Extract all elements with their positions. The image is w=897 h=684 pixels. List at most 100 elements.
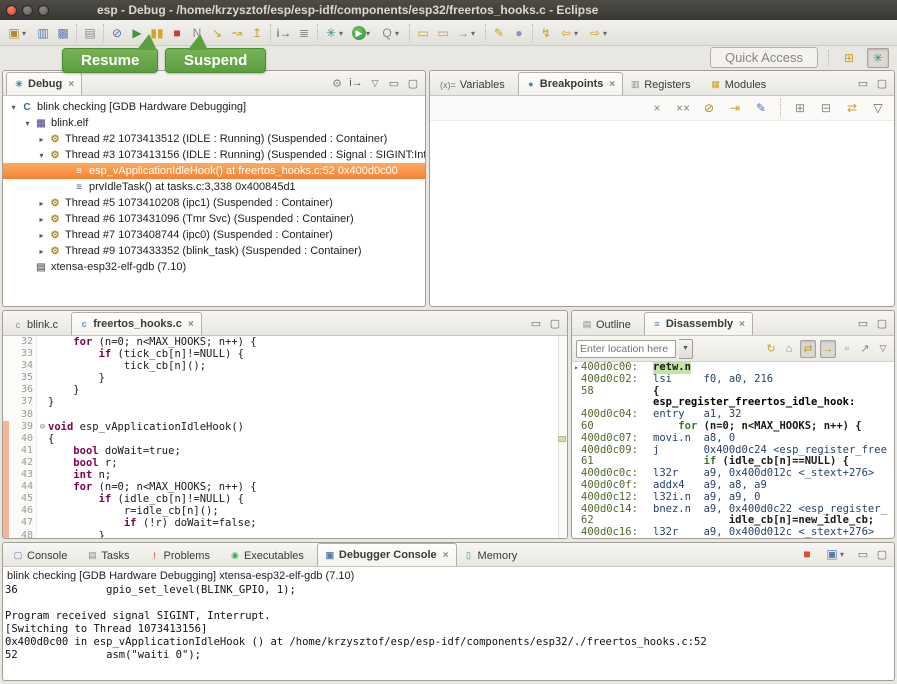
dropdown-caret-icon[interactable] xyxy=(22,27,31,39)
tab-disassembly[interactable]: ≡Disassembly× xyxy=(644,312,753,335)
tab-blink-c[interactable]: cblink.c xyxy=(6,314,71,335)
skip-all-breakpoints-icon[interactable]: ✎ xyxy=(751,99,771,117)
minimize-button[interactable] xyxy=(22,5,33,16)
toolbar-item[interactable] xyxy=(270,24,271,42)
flash-download-icon[interactable]: → xyxy=(453,23,482,43)
maximize-view-icon[interactable]: ▢ xyxy=(875,315,889,331)
toolbar-item[interactable] xyxy=(76,24,77,42)
save-all-icon[interactable]: ▩ xyxy=(53,23,73,43)
editor-code-line[interactable]: 32 for (n=0; n<MAX_HOOKS; n++) { xyxy=(3,336,567,348)
step-return-icon[interactable]: ↥ xyxy=(247,23,267,43)
tab-registers[interactable]: ▥Registers xyxy=(623,74,703,95)
back-icon[interactable]: ⇦ xyxy=(556,23,585,43)
collapse-all-icon[interactable]: ⊟ xyxy=(816,99,836,117)
tab-freertos-hooks-c[interactable]: cfreertos_hooks.c× xyxy=(71,312,202,335)
expander-icon[interactable]: ▸ xyxy=(35,231,48,240)
debug-tree-row[interactable]: ▸ ⚙ Thread #7 1073408744 (ipc0) (Suspend… xyxy=(3,227,425,243)
disassembly-row[interactable]: 400d0c02: lsi f0, a0, 216 xyxy=(572,374,894,386)
expander-icon[interactable]: ▾ xyxy=(21,119,34,128)
fold-marker-icon[interactable] xyxy=(37,530,48,540)
code-editor[interactable]: 32 for (n=0; n<MAX_HOOKS; n++) { 33 if (… xyxy=(3,336,567,539)
open-element-icon[interactable]: ▭ xyxy=(433,23,453,43)
editor-code-line[interactable]: 42 bool r; xyxy=(3,457,567,469)
fold-marker-icon[interactable] xyxy=(37,457,48,469)
remove-all-terminated-icon[interactable]: ⚙ xyxy=(330,75,344,91)
debug-tree-row[interactable]: ▸ ⚙ Thread #6 1073431096 (Tmr Svc) (Susp… xyxy=(3,211,425,227)
editor-code-line[interactable]: 35 } xyxy=(3,372,567,384)
step-over-icon[interactable]: ↝ xyxy=(227,23,247,43)
editor-code-line[interactable]: 39 ⊖ void esp_vApplicationIdleHook() xyxy=(3,421,567,433)
instruction-stepping-mode-icon[interactable]: i→ xyxy=(349,75,363,91)
fold-marker-icon[interactable] xyxy=(37,493,48,505)
fold-marker-icon[interactable] xyxy=(37,433,48,445)
expander-icon[interactable]: ▸ xyxy=(35,247,48,256)
close-tab-icon[interactable]: × xyxy=(739,319,745,330)
minimize-view-icon[interactable]: ▭ xyxy=(856,546,870,562)
toolbar-item[interactable] xyxy=(409,24,410,42)
close-tab-icon[interactable]: × xyxy=(609,79,615,90)
fold-marker-icon[interactable] xyxy=(37,469,48,481)
view-menu-icon[interactable]: ▽ xyxy=(368,75,382,91)
expander-icon[interactable]: ▸ xyxy=(35,215,48,224)
maximize-view-icon[interactable]: ▢ xyxy=(406,75,420,91)
fold-marker-icon[interactable] xyxy=(37,348,48,360)
fold-marker-icon[interactable] xyxy=(37,396,48,408)
tab-debugger-console[interactable]: ▣Debugger Console× xyxy=(317,543,457,566)
remove-breakpoint-icon[interactable]: × xyxy=(647,99,667,117)
view-menu-icon[interactable]: ▽ xyxy=(868,99,888,117)
maximize-view-icon[interactable]: ▢ xyxy=(875,75,889,91)
editor-code-line[interactable]: 47 if (!r) doWait=false; xyxy=(3,517,567,529)
print-icon[interactable]: ▤ xyxy=(80,23,100,43)
mark-occurrences-icon[interactable]: ✎ xyxy=(489,23,509,43)
editor-code-line[interactable]: 33 if (tick_cb[n]!=NULL) { xyxy=(3,348,567,360)
show-source-icon[interactable]: ≣ xyxy=(294,23,314,43)
expand-all-icon[interactable]: ⊞ xyxy=(790,99,810,117)
fold-marker-icon[interactable] xyxy=(37,384,48,396)
debug-tree-row[interactable]: ≡ prvIdleTask() at tasks.c:3,338 0x40084… xyxy=(3,179,425,195)
display-console-icon[interactable]: ▣ xyxy=(822,544,851,564)
editor-code-line[interactable]: 34 tick_cb[n](); xyxy=(3,360,567,372)
debug-icon[interactable]: ✳ xyxy=(321,23,350,43)
forward-icon[interactable]: ⇨ xyxy=(585,23,614,43)
terminate-icon[interactable]: ■ xyxy=(797,544,817,564)
disassembly-row[interactable]: 60 for (n=0; n<MAX_HOOKS; n++) { xyxy=(572,421,894,433)
new-wizard-icon[interactable]: ▣ xyxy=(4,23,33,43)
world-icon[interactable]: ● xyxy=(509,23,529,43)
tab-breakpoints[interactable]: ●Breakpoints× xyxy=(518,72,623,95)
instruction-stepping-icon[interactable]: i→ xyxy=(274,23,294,43)
editor-code-line[interactable]: 45 if (idle_cb[n]!=NULL) { xyxy=(3,493,567,505)
maximize-view-icon[interactable]: ▢ xyxy=(875,546,889,562)
tab-outline[interactable]: ▤Outline xyxy=(575,314,644,335)
editor-code-line[interactable]: 38 xyxy=(3,409,567,421)
link-with-debug-icon[interactable]: ⇄ xyxy=(842,99,862,117)
dropdown-caret-icon[interactable] xyxy=(471,27,480,39)
tab-console[interactable]: ▢Console xyxy=(6,545,80,566)
dropdown-caret-icon[interactable] xyxy=(395,27,404,39)
fold-marker-icon[interactable] xyxy=(37,409,48,421)
editor-code-line[interactable]: 43 int n; xyxy=(3,469,567,481)
track-expression-icon[interactable]: → xyxy=(820,340,836,358)
close-tab-icon[interactable]: × xyxy=(443,550,449,561)
tab-problems[interactable]: !Problems xyxy=(142,545,222,566)
debugger-console-output[interactable]: blink checking [GDB Hardware Debugging] … xyxy=(3,567,894,679)
fold-marker-icon[interactable] xyxy=(37,372,48,384)
minimize-view-icon[interactable]: ▭ xyxy=(529,315,543,331)
go-to-file-icon[interactable]: ⇥ xyxy=(725,99,745,117)
fold-marker-icon[interactable]: ⊖ xyxy=(37,421,48,433)
show-supported-breakpoints-icon[interactable]: ⊘ xyxy=(699,99,719,117)
fold-marker-icon[interactable] xyxy=(37,505,48,517)
disassembly-row[interactable]: 400d0c0f: addx4 a9, a8, a9 xyxy=(572,480,894,492)
dropdown-caret-icon[interactable] xyxy=(339,27,348,39)
editor-code-line[interactable]: 44 for (n=0; n<MAX_HOOKS; n++) { xyxy=(3,481,567,493)
disassembly-row[interactable]: 400d0c07: movi.n a8, 0 xyxy=(572,433,894,445)
debug-tree-row[interactable]: ▾ ⚙ Thread #3 1073413156 (IDLE : Running… xyxy=(3,147,425,163)
editor-code-line[interactable]: 36 } xyxy=(3,384,567,396)
expander-icon[interactable]: ▾ xyxy=(7,103,20,112)
tab-memory[interactable]: ▯Memory xyxy=(457,545,531,566)
fold-marker-icon[interactable] xyxy=(37,336,48,348)
home-icon[interactable]: ⌂ xyxy=(782,341,796,357)
minimize-view-icon[interactable]: ▭ xyxy=(856,315,870,331)
last-edit-location-icon[interactable]: ↯ xyxy=(536,23,556,43)
dropdown-caret-icon[interactable] xyxy=(366,27,375,39)
tab-executables[interactable]: ◉Executables xyxy=(223,545,317,566)
